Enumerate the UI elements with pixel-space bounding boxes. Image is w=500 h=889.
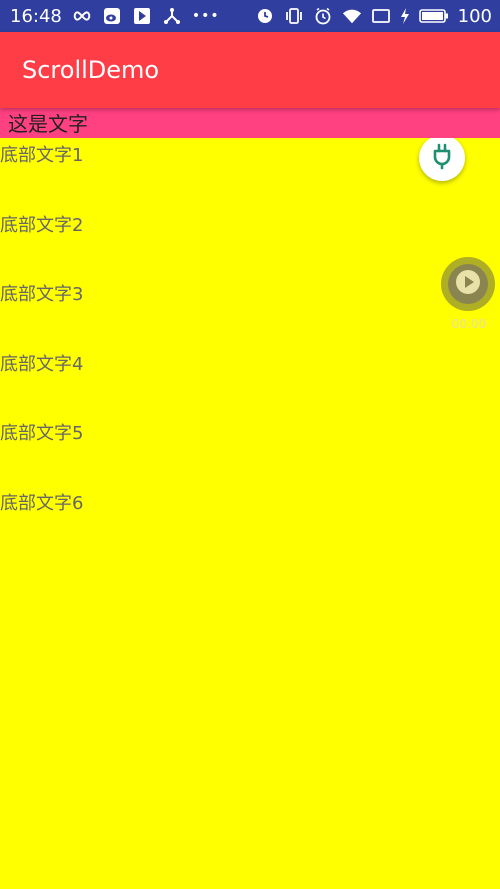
list-item: 底部文字3 [0, 277, 500, 347]
clock-icon [313, 6, 333, 26]
vibrate-icon [284, 6, 304, 26]
header-strip: 这是文字 [0, 108, 500, 138]
status-bar: 16:48 ••• 100 [0, 0, 500, 32]
plug-icon [428, 142, 456, 174]
weibo-icon [102, 6, 122, 26]
list-item: 底部文字5 [0, 416, 500, 486]
battery-icon [418, 6, 449, 26]
list-item: 底部文字2 [0, 208, 500, 278]
list-item-label: 底部文字3 [0, 284, 84, 305]
list-item-label: 底部文字2 [0, 214, 84, 236]
list-item: 底部文字4 [0, 347, 500, 417]
plugin-fab-button[interactable] [419, 135, 465, 181]
list-item-label: 底部文字6 [0, 492, 84, 514]
screen: 16:48 ••• 100 ScrollDemo 这是文字 底部文字1 底部文字… [0, 0, 500, 889]
player-time: 00:00 [451, 317, 487, 331]
battery-level: 100 [457, 5, 492, 27]
play-icon [455, 269, 481, 299]
wifi-icon [342, 6, 362, 26]
alarm-icon [255, 6, 275, 26]
content-list[interactable]: 底部文字1 底部文字2 底部文字3 底部文字4 底部文字5 底部文字6 [0, 138, 500, 555]
status-bar-right: 100 [255, 6, 492, 27]
signal-icon [371, 6, 391, 26]
header-strip-text: 这是文字 [8, 112, 88, 136]
app-bar: ScrollDemo [0, 32, 500, 108]
infinity-icon [72, 6, 92, 26]
status-time: 16:48 [10, 5, 62, 27]
player-inner [448, 264, 488, 304]
play-store-icon [132, 6, 152, 26]
list-item-label: 底部文字1 [0, 145, 84, 166]
more-icon: ••• [191, 8, 220, 24]
list-item-label: 底部文字5 [0, 423, 84, 444]
share-icon [162, 6, 182, 26]
floating-player-button[interactable] [441, 257, 495, 311]
app-title: ScrollDemo [22, 56, 160, 84]
status-bar-left: 16:48 ••• [10, 6, 220, 27]
list-item-label: 底部文字4 [0, 353, 84, 375]
charging-icon [400, 6, 410, 26]
list-item: 底部文字6 [0, 486, 500, 556]
